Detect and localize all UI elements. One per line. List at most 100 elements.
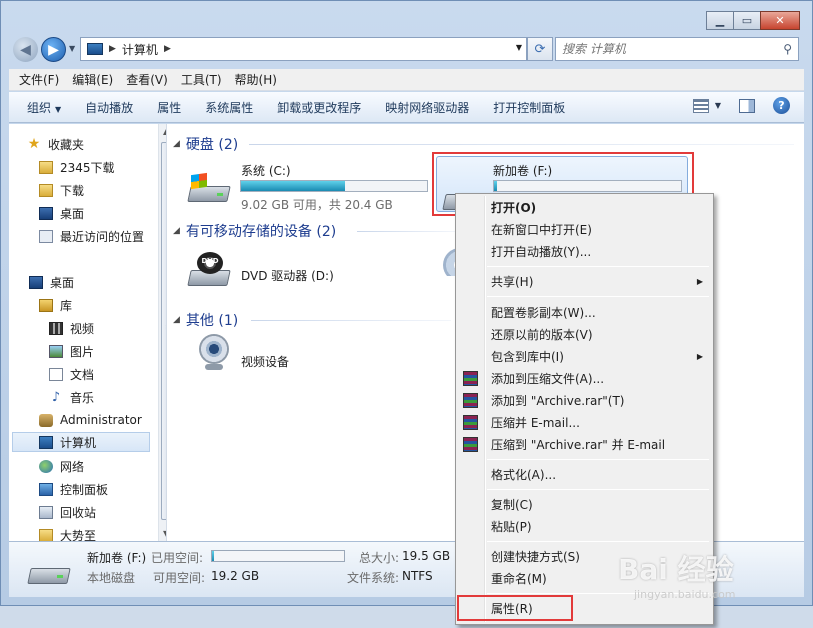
winrar-icon — [463, 393, 478, 408]
user-folder-icon — [39, 413, 53, 427]
sidebar-item-label: 视频 — [70, 321, 95, 336]
computer-icon — [87, 43, 103, 55]
status-fs-label: 文件系统: — [347, 571, 400, 585]
menu-edit[interactable]: 编辑(E) — [72, 71, 113, 88]
sidebar-item-label: 2345下载 — [60, 160, 115, 175]
ctx-copy[interactable]: 复制(C) — [458, 493, 711, 515]
collapse-triangle-icon[interactable]: ◢ — [173, 315, 180, 325]
menu-file[interactable]: 文件(F) — [19, 71, 59, 88]
ctx-paste[interactable]: 粘贴(P) — [458, 515, 711, 537]
collapse-triangle-icon[interactable]: ◢ — [173, 226, 180, 236]
menu-separator — [487, 489, 709, 490]
address-dropdown-icon[interactable]: ▼ — [516, 43, 522, 52]
drive-c-capacity-fill — [241, 181, 346, 191]
menu-view[interactable]: 查看(V) — [126, 71, 168, 88]
folder-icon — [39, 528, 53, 541]
change-view-icon[interactable] — [692, 98, 709, 113]
ctx-format[interactable]: 格式化(A)... — [458, 463, 711, 485]
submenu-arrow-icon: ▶ — [696, 276, 703, 286]
properties-button[interactable]: 属性 — [157, 99, 181, 116]
group-header-hard-disks[interactable]: ◢ 硬盘 (2) — [173, 134, 238, 154]
chevron-right-icon[interactable]: ▶ — [109, 44, 116, 54]
submenu-arrow-icon: ▶ — [696, 351, 703, 361]
group-header-other[interactable]: ◢ 其他 (1) — [173, 310, 238, 330]
autoplay-button[interactable]: 自动播放 — [85, 99, 133, 116]
ctx-compress-email[interactable]: 压缩并 E-mail... — [458, 411, 711, 433]
status-capacity-fill — [212, 551, 214, 561]
sidebar-item-recycle-bin[interactable]: 回收站 — [39, 502, 166, 522]
close-button[interactable]: ✕ — [760, 11, 800, 30]
sidebar-item-desktop-fav[interactable]: 桌面 — [39, 203, 166, 223]
forward-button[interactable]: ▶ — [41, 37, 66, 62]
view-options-dropdown[interactable]: ▼ — [715, 101, 721, 110]
ctx-restore-previous[interactable]: 还原以前的版本(V) — [458, 323, 711, 345]
sidebar-item-label: 音乐 — [70, 390, 95, 405]
system-properties-button[interactable]: 系统属性 — [205, 99, 253, 116]
ctx-open-new-window[interactable]: 在新窗口中打开(E) — [458, 218, 711, 240]
drive-c-capacity-bar — [240, 180, 428, 192]
search-icon[interactable]: ⚲ — [783, 42, 792, 56]
ctx-shadow-copies[interactable]: 配置卷影副本(W)... — [458, 301, 711, 323]
preview-pane-icon[interactable] — [739, 98, 755, 113]
menu-help[interactable]: 帮助(H) — [235, 71, 277, 88]
ctx-share[interactable]: 共享(H) ▶ — [458, 270, 711, 292]
minimize-button[interactable]: ▁ — [706, 11, 734, 30]
search-input[interactable] — [562, 42, 762, 56]
open-control-panel-button[interactable]: 打开控制面板 — [493, 99, 565, 116]
ctx-add-rar-label: 添加到 "Archive.rar"(T) — [491, 393, 625, 408]
sidebar-item-favorites[interactable]: ★ 收藏夹 — [27, 134, 166, 154]
group-header-removable[interactable]: ◢ 有可移动存储的设备 (2) — [173, 221, 336, 241]
watermark-sub: jingyan.baidu.com — [634, 588, 736, 601]
ctx-open[interactable]: 打开(O) — [458, 196, 711, 218]
organize-button[interactable]: 组织 ▼ — [27, 99, 61, 116]
sidebar-item-label: 桌面 — [50, 275, 75, 290]
ctx-compress-rar-email[interactable]: 压缩到 "Archive.rar" 并 E-mail — [458, 433, 711, 455]
ctx-add-to-archive-rar[interactable]: 添加到 "Archive.rar"(T) — [458, 389, 711, 411]
uninstall-program-button[interactable]: 卸载或更改程序 — [277, 99, 361, 116]
sidebar-item-administrator[interactable]: Administrator — [39, 410, 166, 430]
drive-led — [57, 575, 63, 578]
sidebar-item-videos[interactable]: 视频 — [49, 318, 166, 338]
back-button[interactable]: ◀ — [13, 37, 38, 62]
sidebar-item-libraries[interactable]: 库 — [39, 295, 166, 315]
status-free-label: 可用空间: — [153, 571, 206, 585]
webcam-icon[interactable] — [191, 334, 235, 376]
sidebar-item-pictures[interactable]: 图片 — [49, 341, 166, 361]
sidebar-item-music[interactable]: ♪ 音乐 — [49, 387, 166, 407]
menu-tools[interactable]: 工具(T) — [181, 71, 222, 88]
menu-separator — [487, 459, 709, 460]
map-network-drive-button[interactable]: 映射网络驱动器 — [385, 99, 469, 116]
drive-dvd-name[interactable]: DVD 驱动器 (D:) — [241, 267, 334, 284]
ctx-include-in-library[interactable]: 包含到库中(I) ▶ — [458, 345, 711, 367]
collapse-triangle-icon[interactable]: ◢ — [173, 139, 180, 149]
sidebar-item-documents[interactable]: 文档 — [49, 364, 166, 384]
ctx-open-autoplay[interactable]: 打开自动播放(Y)... — [458, 240, 711, 262]
sidebar-item-downloads[interactable]: 下载 — [39, 180, 166, 200]
chevron-right-icon[interactable]: ▶ — [164, 44, 171, 54]
drive-c-name[interactable]: 系统 (C:) — [241, 162, 291, 179]
ctx-add-to-archive[interactable]: 添加到压缩文件(A)... — [458, 367, 711, 389]
ctx-share-label: 共享(H) — [491, 274, 534, 289]
sidebar-item-dashizhi[interactable]: 大势至 — [39, 525, 166, 541]
hard-drive-icon[interactable] — [187, 172, 231, 206]
sidebar-item-control-panel[interactable]: 控制面板 — [39, 479, 166, 499]
winrar-icon — [463, 371, 478, 386]
sidebar-item-recent-places[interactable]: 最近访问的位置 — [39, 226, 166, 246]
sidebar-item-label: 图片 — [70, 344, 95, 359]
dvd-drive-icon[interactable]: DVD — [187, 252, 231, 286]
address-location[interactable]: 计算机 — [122, 41, 158, 58]
maximize-button[interactable]: ▭ — [733, 11, 761, 30]
help-icon[interactable]: ? — [773, 97, 790, 114]
ctx-compress-email-label: 压缩并 E-mail... — [491, 415, 580, 430]
video-device-name[interactable]: 视频设备 — [241, 353, 289, 370]
sidebar-item-computer[interactable]: 计算机 — [12, 432, 150, 452]
video-library-icon — [49, 321, 63, 335]
address-bar[interactable]: ▶ 计算机 ▶ ▼ — [80, 37, 527, 61]
refresh-button[interactable]: ⟳ — [527, 37, 553, 61]
recent-pages-dropdown[interactable]: ▼ — [69, 44, 75, 53]
search-box[interactable]: ⚲ — [555, 37, 799, 61]
sidebar-item-2345-download[interactable]: 2345下载 — [39, 157, 166, 177]
sidebar-item-network[interactable]: 网络 — [39, 456, 166, 476]
sidebar-item-desktop[interactable]: 桌面 — [29, 272, 166, 292]
sidebar-scrollbar[interactable]: ▲ ≡ ▼ — [158, 124, 166, 541]
